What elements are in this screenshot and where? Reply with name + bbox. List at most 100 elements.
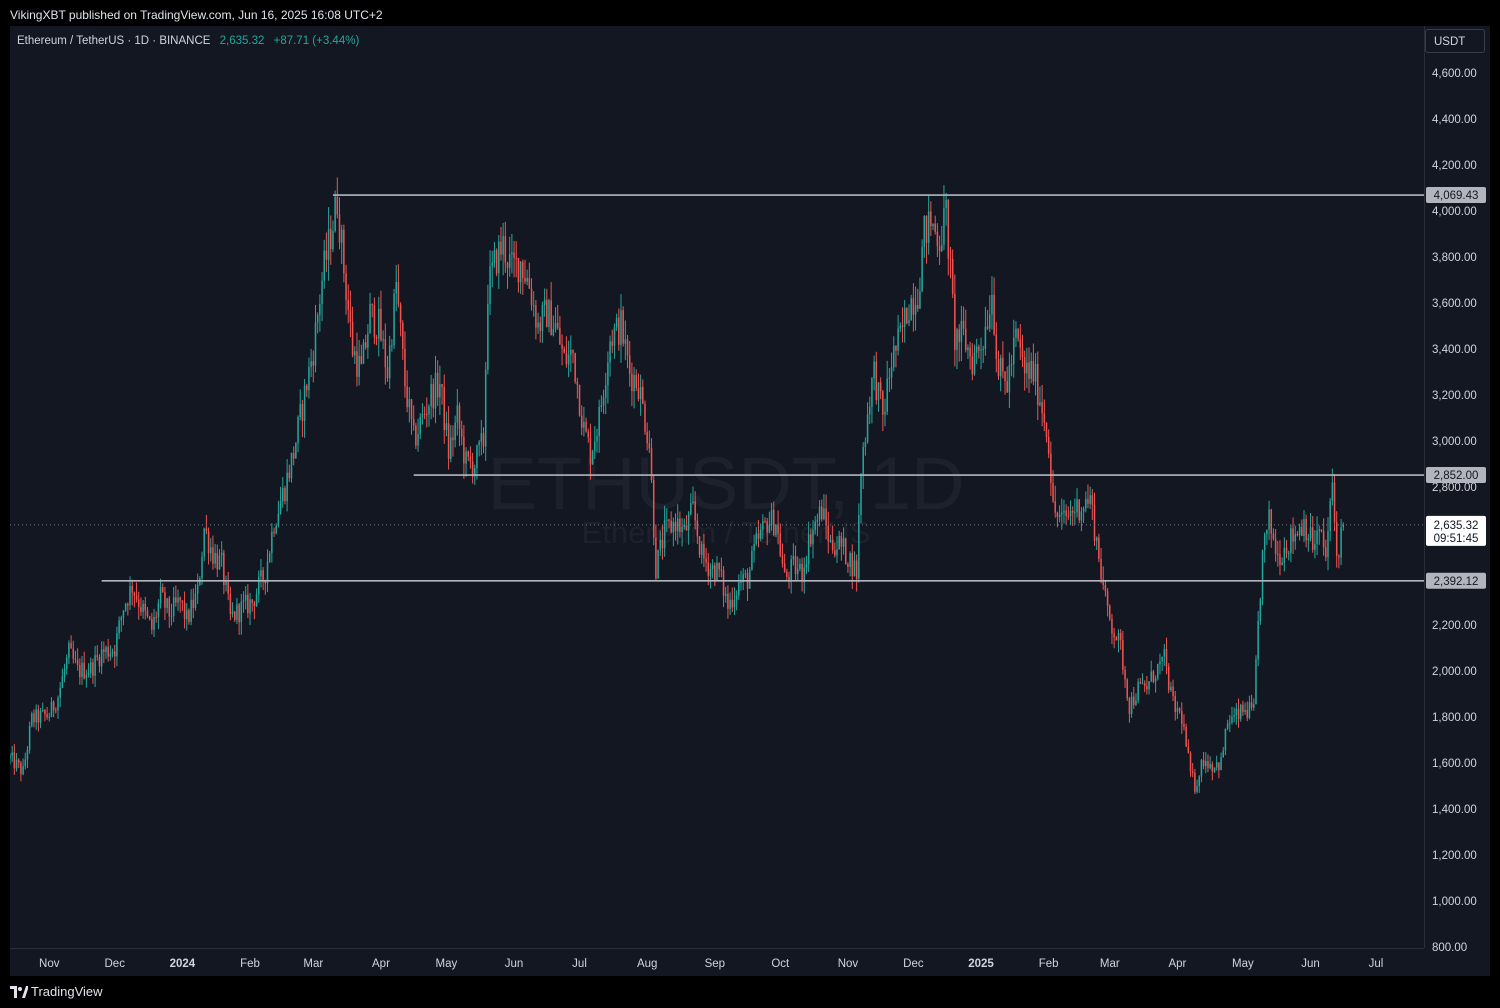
candle-body: [932, 223, 934, 227]
candle-body: [587, 431, 590, 438]
candle-body: [622, 310, 624, 344]
symbol-label[interactable]: Ethereum / TetherUS · 1D · BINANCE: [17, 35, 210, 47]
candle-body: [504, 236, 507, 263]
chart-area[interactable]: ETHUSDT, 1D Ethereum / TetherUS 800.00 1,00…: [10, 26, 1490, 976]
candle-body: [1100, 558, 1102, 580]
candle-body: [277, 513, 280, 526]
candle-body: [1196, 786, 1198, 792]
candle-body: [1311, 527, 1314, 550]
candle-body: [1322, 531, 1325, 548]
candle-body: [482, 433, 485, 447]
candle-body: [386, 367, 389, 379]
candle-body: [321, 280, 323, 305]
currency-button[interactable]: USDT: [1425, 29, 1485, 53]
candle-body: [131, 585, 133, 593]
price-tick-label: 4,000.00: [1432, 206, 1477, 218]
candle-body: [1316, 530, 1318, 544]
candle-body: [460, 428, 463, 437]
candle-body: [1069, 510, 1072, 517]
candle-body: [666, 519, 668, 521]
candle-body: [478, 441, 480, 446]
candle-body: [41, 709, 44, 712]
candle-body: [1104, 585, 1107, 592]
candle-body: [709, 568, 712, 576]
candle-body: [15, 759, 18, 769]
candle-body: [476, 445, 478, 469]
candle-body: [635, 375, 638, 388]
candle-body: [469, 456, 472, 462]
candle-body: [864, 441, 867, 448]
candle-body: [48, 716, 51, 718]
candle-body: [1176, 708, 1179, 712]
candle-body: [57, 697, 59, 711]
candle-body: [672, 521, 675, 533]
candle-body: [240, 601, 243, 623]
candle-body: [724, 593, 727, 596]
price-chart[interactable]: ETHUSDT, 1DEthereum / TetherUS 800.00 1,00…: [10, 26, 1490, 976]
candle-body: [868, 406, 871, 415]
candle-body: [642, 386, 644, 404]
candle-body: [201, 556, 203, 579]
candle-body: [1220, 757, 1222, 771]
time-tick-label: Apr: [372, 958, 390, 970]
candle-body: [1250, 702, 1253, 708]
candle-body: [100, 649, 103, 667]
candle-body: [1255, 659, 1257, 705]
candle-body: [1098, 537, 1100, 559]
candle-body: [513, 252, 515, 258]
price-tick-label: 3,200.00: [1432, 390, 1477, 402]
candle-body: [231, 611, 234, 614]
watermark-symbol: ETHUSDT, 1D: [488, 442, 965, 525]
candle-body: [432, 384, 435, 409]
candle-body: [1133, 696, 1135, 705]
candle-body: [96, 655, 99, 658]
candle-body: [179, 597, 181, 601]
candle-body: [978, 346, 980, 351]
price-tick-label: 2,200.00: [1432, 620, 1477, 632]
candle-body: [436, 372, 439, 398]
candle-body: [1237, 708, 1240, 720]
candle-body: [967, 347, 969, 351]
candle-body: [1242, 704, 1244, 712]
candle-body: [148, 616, 151, 619]
candle-body: [757, 533, 760, 539]
candle-body: [417, 434, 419, 446]
candle-body: [919, 291, 921, 309]
candle-body: [1026, 362, 1028, 374]
level-label: 4,069.43: [1434, 190, 1479, 202]
candle-body: [133, 592, 136, 596]
candle-body: [890, 367, 893, 378]
candle-body: [1263, 534, 1266, 551]
candle-body: [685, 524, 688, 531]
candle-body: [491, 262, 494, 267]
candle-body: [943, 207, 945, 245]
candle-body: [290, 452, 293, 479]
candle-body: [639, 386, 642, 400]
candle-body: [369, 303, 371, 334]
tradingview-logo-icon[interactable]: [10, 985, 28, 999]
candle-body: [192, 599, 195, 609]
candle-body: [698, 536, 701, 555]
candle-body: [999, 357, 1002, 377]
candle-body: [714, 565, 716, 582]
tradingview-brand[interactable]: TradingView: [31, 984, 103, 999]
candle-body: [1320, 529, 1323, 532]
candle-body: [884, 411, 886, 415]
candle-body: [89, 662, 92, 674]
candle-body: [694, 501, 696, 521]
candle-body: [330, 228, 332, 250]
candle-body: [927, 211, 930, 243]
time-tick-label: Feb: [1039, 958, 1059, 970]
candle-body: [271, 531, 273, 554]
candle-body: [576, 381, 579, 385]
candle-body: [1200, 760, 1203, 777]
candle-body: [751, 550, 753, 571]
price-tick-label: 1,800.00: [1432, 712, 1477, 724]
candle-body: [410, 399, 413, 419]
candle-body: [611, 341, 614, 346]
candle-body: [775, 525, 777, 536]
candle-body: [1111, 618, 1113, 634]
price-tick-label: 1,400.00: [1432, 804, 1477, 816]
candle-body: [866, 414, 869, 442]
candle-body: [633, 375, 635, 392]
